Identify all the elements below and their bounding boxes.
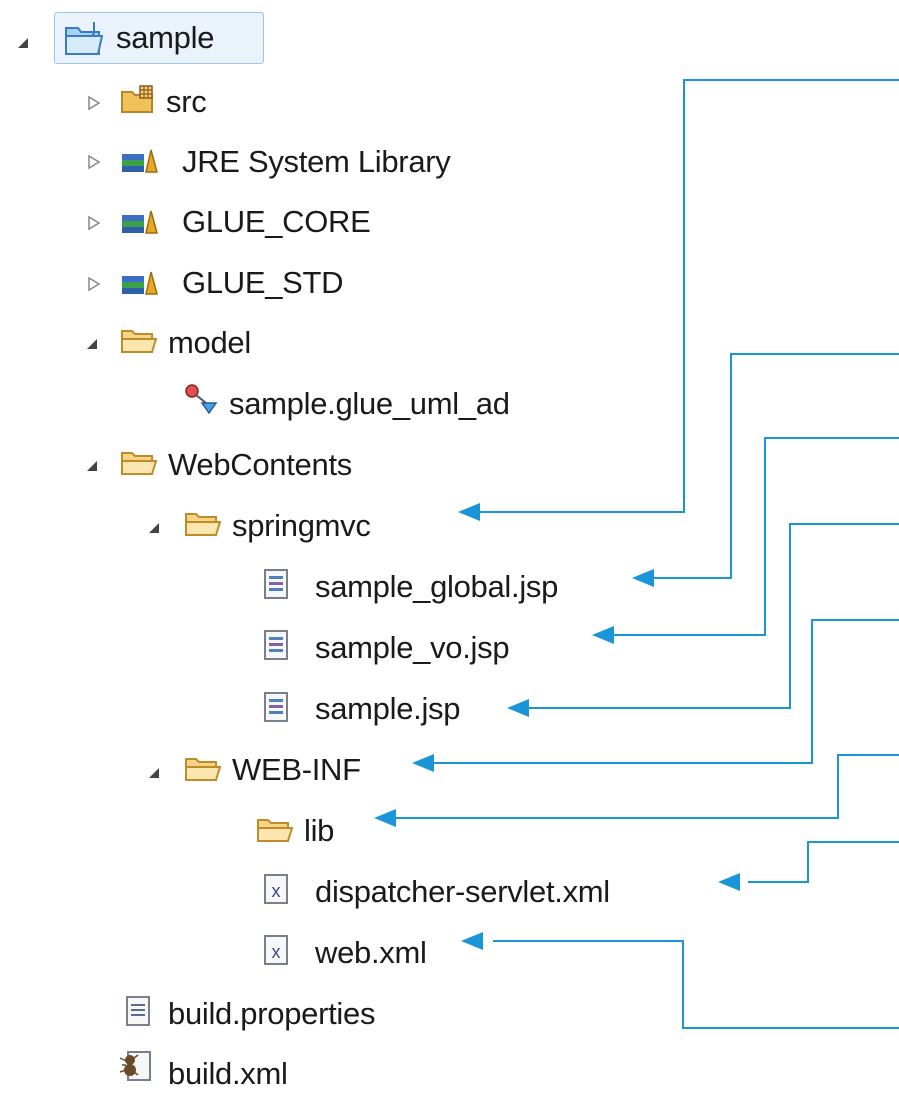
callout-arrow-web-inf (412, 754, 434, 772)
callout-lines (374, 79, 899, 1029)
callout-arrow-web-xml (461, 932, 483, 950)
callout-line-sample (527, 523, 899, 709)
callout-line-web-xml (493, 940, 899, 1029)
callout-arrow-sample-global (632, 569, 654, 587)
callout-arrow-dispatcher (718, 873, 740, 891)
callout-line-web-inf (432, 619, 899, 764)
callout-line-lib (394, 754, 899, 819)
callout-arrow-sample (507, 699, 529, 717)
callout-line-dispatcher (748, 841, 899, 883)
callout-arrow-lib (374, 809, 396, 827)
callout-line-sample-global (652, 353, 899, 579)
callout-arrow-sample-vo (592, 626, 614, 644)
callout-line-sample-vo (612, 437, 899, 636)
callout-arrow-springmvc (458, 503, 480, 521)
callout-line-springmvc (470, 79, 899, 513)
